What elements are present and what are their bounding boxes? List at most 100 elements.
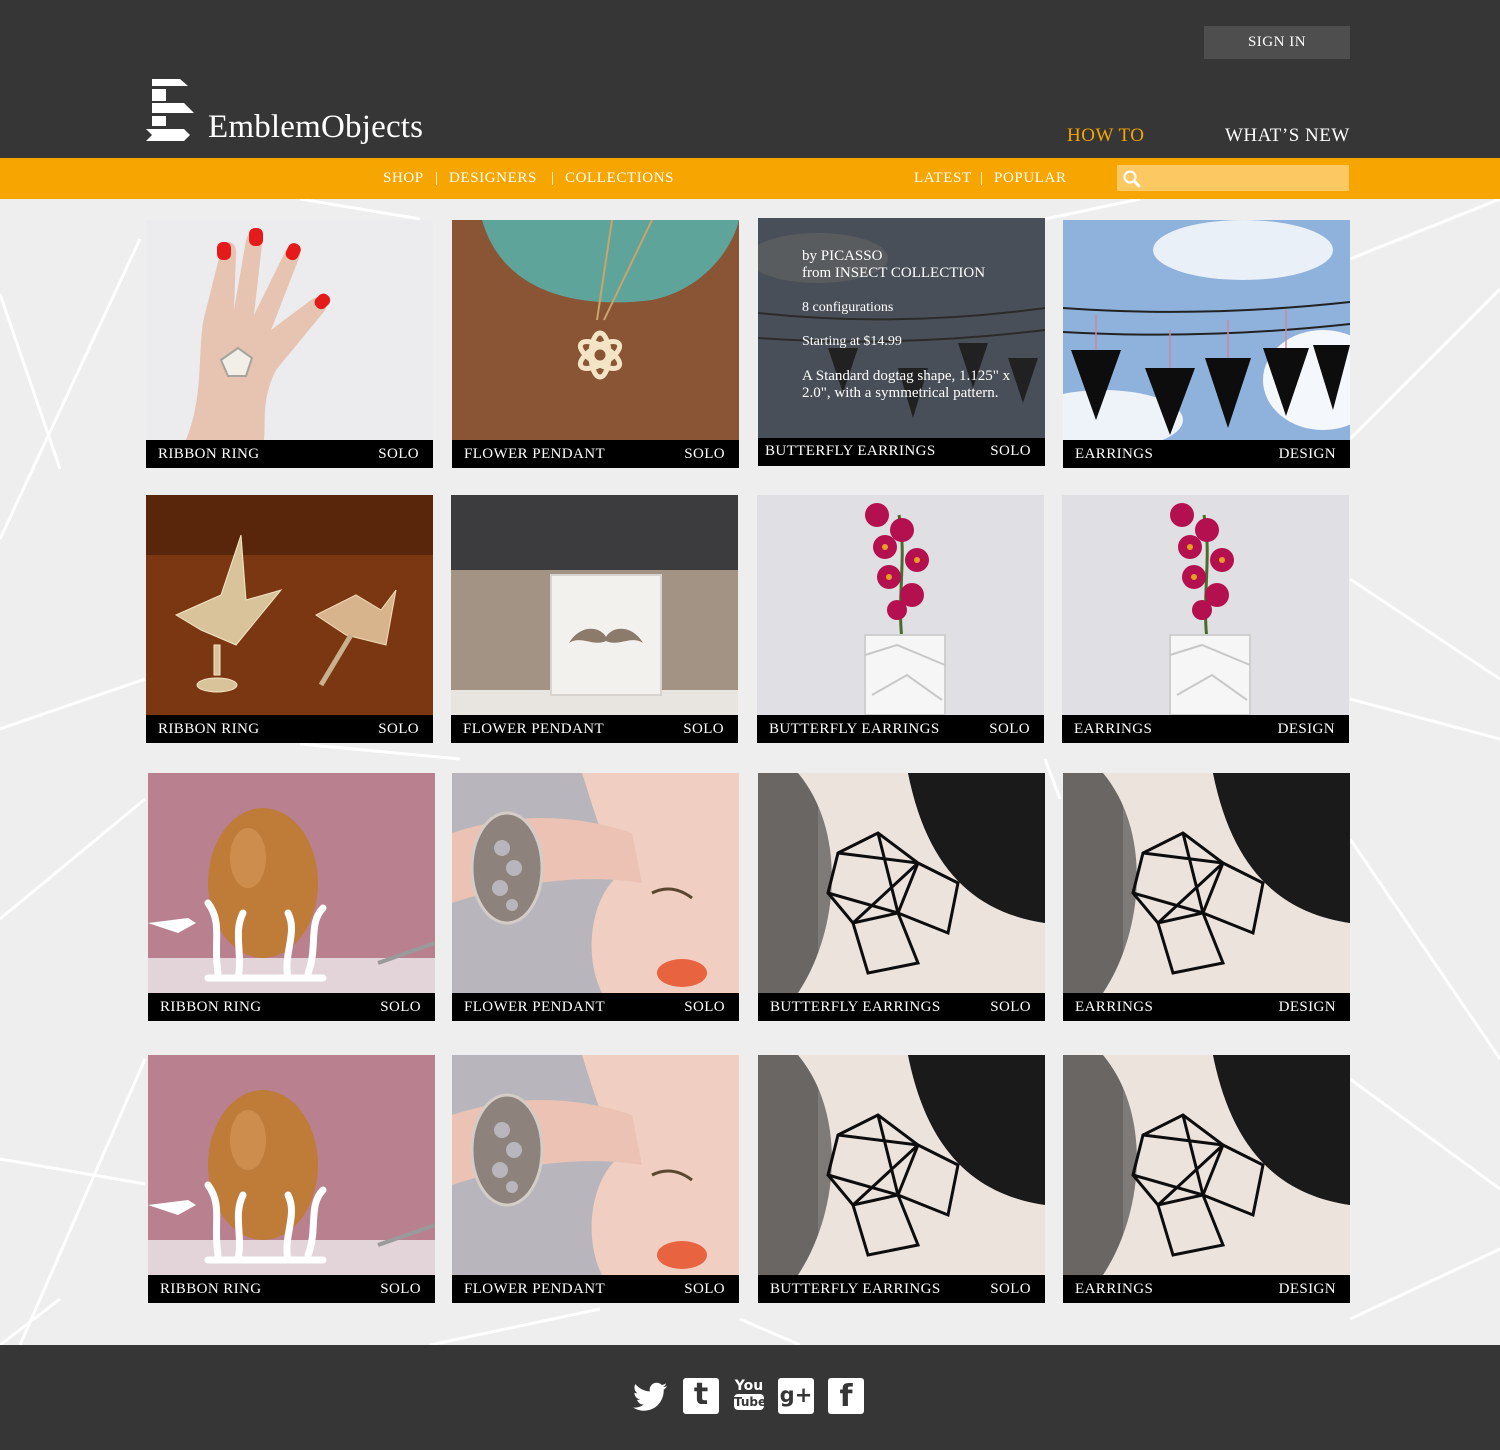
tile-caption-bar: BUTTERFLY EARRINGS SOLO bbox=[758, 1275, 1045, 1303]
tile-caption-bar: EARRINGS DESIGN bbox=[1062, 715, 1349, 743]
site-footer: t You Tube g+ f bbox=[0, 1345, 1500, 1450]
product-type: DESIGN bbox=[1277, 721, 1335, 737]
tile-caption-bar: FLOWER PENDANT SOLO bbox=[452, 440, 739, 468]
product-tile[interactable]: FLOWER PENDANT SOLO bbox=[451, 495, 738, 743]
product-tile[interactable]: BUTTERFLY EARRINGS SOLO bbox=[758, 773, 1045, 1021]
youtube-you-text: You bbox=[734, 1378, 764, 1394]
product-type: SOLO bbox=[684, 1281, 725, 1297]
nav-designers[interactable]: DESIGNERS bbox=[449, 170, 537, 187]
product-tile-hovered[interactable]: by PICASSO from INSECT COLLECTION 8 conf… bbox=[758, 218, 1045, 466]
nav-popular[interactable]: POPULAR bbox=[994, 170, 1067, 187]
product-tile[interactable]: FLOWER PENDANT SOLO bbox=[452, 773, 739, 1021]
product-tile[interactable]: EARRINGS DESIGN bbox=[1063, 773, 1350, 1021]
product-type: SOLO bbox=[990, 443, 1031, 459]
product-name: BUTTERFLY EARRINGS bbox=[770, 1281, 941, 1297]
logo[interactable]: EmblemObjects bbox=[146, 79, 446, 149]
product-tile[interactable]: BUTTERFLY EARRINGS SOLO bbox=[757, 495, 1044, 743]
tile-caption-bar: RIBBON RING SOLO bbox=[146, 440, 433, 468]
search-input[interactable] bbox=[1145, 168, 1343, 188]
flower-pendant-photo bbox=[452, 220, 739, 440]
butterfly-earrings-photo bbox=[1063, 220, 1350, 440]
product-name: EARRINGS bbox=[1075, 446, 1154, 462]
product-type: SOLO bbox=[380, 999, 421, 1015]
product-tile[interactable]: EARRINGS DESIGN bbox=[1063, 1055, 1350, 1303]
product-grid-area: RIBBON RING SOLO FLOWER PENDANT SOLO by … bbox=[0, 199, 1500, 1345]
product-info-overlay: by PICASSO from INSECT COLLECTION 8 conf… bbox=[758, 218, 1045, 438]
sign-in-button[interactable]: SIGN IN bbox=[1204, 26, 1350, 59]
product-name: FLOWER PENDANT bbox=[464, 446, 606, 462]
youtube-tube-text: Tube bbox=[734, 1394, 767, 1410]
tile-caption-bar: EARRINGS DESIGN bbox=[1063, 1275, 1350, 1303]
tile-caption-bar: BUTTERFLY EARRINGS SOLO bbox=[758, 993, 1045, 1021]
nav-separator: | bbox=[435, 170, 439, 186]
product-tile[interactable]: RIBBON RING SOLO bbox=[148, 1055, 435, 1303]
product-type: SOLO bbox=[684, 446, 725, 462]
product-name: FLOWER PENDANT bbox=[463, 721, 605, 737]
product-type: SOLO bbox=[380, 1281, 421, 1297]
egg-cup-photo bbox=[148, 773, 435, 993]
tile-caption-bar: FLOWER PENDANT SOLO bbox=[452, 1275, 739, 1303]
tile-caption-bar: FLOWER PENDANT SOLO bbox=[451, 715, 738, 743]
site-header: SIGN IN EmblemObjects HOW TO WHAT’S NEW bbox=[0, 0, 1500, 158]
nav-collections[interactable]: COLLECTIONS bbox=[565, 170, 674, 187]
product-tile[interactable]: FLOWER PENDANT SOLO bbox=[452, 1055, 739, 1303]
facebook-icon[interactable]: f bbox=[828, 1378, 864, 1414]
butterfly-earrings-photo: by PICASSO from INSECT COLLECTION 8 conf… bbox=[758, 218, 1045, 438]
product-type: DESIGN bbox=[1278, 1281, 1336, 1297]
product-name: EARRINGS bbox=[1075, 1281, 1154, 1297]
nav-shop[interactable]: SHOP bbox=[383, 170, 424, 187]
origami-crane-photo bbox=[146, 495, 433, 715]
orchid-vase-photo bbox=[757, 495, 1044, 715]
how-to-link[interactable]: HOW TO bbox=[1067, 125, 1144, 147]
search-icon bbox=[1123, 170, 1141, 188]
product-name: RIBBON RING bbox=[160, 1281, 262, 1297]
product-name: BUTTERFLY EARRINGS bbox=[765, 443, 936, 459]
twitter-icon[interactable] bbox=[633, 1378, 669, 1414]
search-box[interactable] bbox=[1117, 165, 1349, 191]
geometric-necklace-photo bbox=[1063, 773, 1350, 993]
product-name: RIBBON RING bbox=[158, 446, 260, 462]
product-tile[interactable]: EARRINGS DESIGN bbox=[1062, 495, 1349, 743]
product-type: DESIGN bbox=[1278, 999, 1336, 1015]
product-name: BUTTERFLY EARRINGS bbox=[769, 721, 940, 737]
whats-new-link[interactable]: WHAT’S NEW bbox=[1225, 125, 1350, 147]
nav-latest[interactable]: LATEST bbox=[914, 170, 972, 187]
product-name: EARRINGS bbox=[1075, 999, 1154, 1015]
product-tile[interactable]: RIBBON RING SOLO bbox=[146, 495, 433, 743]
tumblr-icon[interactable]: t bbox=[683, 1378, 719, 1414]
product-tile[interactable]: RIBBON RING SOLO bbox=[148, 773, 435, 1021]
product-name: RIBBON RING bbox=[160, 999, 262, 1015]
geometric-necklace-photo bbox=[1063, 1055, 1350, 1275]
overlay-configurations: 8 configurations bbox=[802, 300, 894, 315]
tile-caption-bar: BUTTERFLY EARRINGS SOLO bbox=[757, 715, 1044, 743]
product-name: FLOWER PENDANT bbox=[464, 999, 606, 1015]
nav-separator: | bbox=[980, 170, 984, 186]
product-type: SOLO bbox=[684, 999, 725, 1015]
geometric-necklace-photo bbox=[758, 773, 1045, 993]
tile-caption-bar: EARRINGS DESIGN bbox=[1063, 440, 1350, 468]
overlay-description: A Standard dogtag shape, 1.125" x 2.0", … bbox=[802, 368, 1011, 401]
product-tile[interactable]: RIBBON RING SOLO bbox=[146, 220, 433, 468]
tile-caption-bar: FLOWER PENDANT SOLO bbox=[452, 993, 739, 1021]
google-plus-icon[interactable]: g+ bbox=[778, 1378, 814, 1414]
emblem-logo-icon bbox=[146, 79, 194, 141]
egg-cup-photo bbox=[148, 1055, 435, 1275]
product-name: FLOWER PENDANT bbox=[464, 1281, 606, 1297]
category-nav-bar: SHOP | DESIGNERS | COLLECTIONS LATEST | … bbox=[0, 158, 1500, 199]
product-type: DESIGN bbox=[1278, 446, 1336, 462]
tile-caption-bar: EARRINGS DESIGN bbox=[1063, 993, 1350, 1021]
overlay-price: Starting at $14.99 bbox=[802, 334, 902, 349]
youtube-icon[interactable]: You Tube bbox=[731, 1378, 767, 1414]
orchid-vase-photo bbox=[1062, 495, 1349, 715]
product-tile[interactable]: BUTTERFLY EARRINGS SOLO bbox=[758, 1055, 1045, 1303]
product-type: SOLO bbox=[378, 721, 419, 737]
mustache-buckle-photo bbox=[451, 495, 738, 715]
product-tile[interactable]: EARRINGS DESIGN bbox=[1063, 220, 1350, 468]
product-name: RIBBON RING bbox=[158, 721, 260, 737]
product-type: SOLO bbox=[378, 446, 419, 462]
product-type: SOLO bbox=[990, 999, 1031, 1015]
product-tile[interactable]: FLOWER PENDANT SOLO bbox=[452, 220, 739, 468]
bracelet-photo bbox=[452, 773, 739, 993]
overlay-designer: by PICASSO bbox=[802, 248, 883, 264]
tile-caption-bar: RIBBON RING SOLO bbox=[148, 993, 435, 1021]
